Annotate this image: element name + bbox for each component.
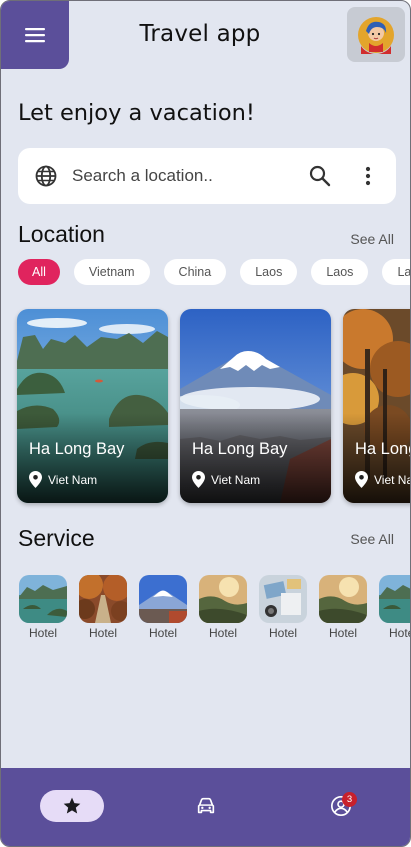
location-country-label: Viet Nam — [48, 472, 98, 487]
notification-badge: 3 — [342, 792, 357, 807]
location-country: Viet Nam — [192, 471, 260, 488]
filter-chip-vietnam[interactable]: Vietnam — [73, 259, 150, 285]
service-thumbnail — [379, 575, 410, 623]
service-see-all-link[interactable]: See All — [350, 531, 394, 547]
service-item[interactable]: Hotel — [319, 575, 367, 640]
service-label: Hotel — [88, 626, 117, 640]
location-section-title: Location — [18, 221, 105, 247]
service-item[interactable]: Hotel — [259, 575, 307, 640]
globe-icon — [35, 165, 57, 187]
car-icon[interactable] — [195, 795, 217, 817]
service-label: Hotel — [208, 626, 237, 640]
star-icon — [63, 797, 81, 814]
menu-button[interactable] — [1, 1, 69, 69]
location-country: Viet Nam — [29, 471, 97, 488]
location-filter-chips: All Vietnam China Laos Laos Laos — [18, 259, 410, 285]
service-label: Hotel — [328, 626, 357, 640]
location-country: Viet Nam — [355, 471, 410, 488]
search-bar — [18, 148, 396, 204]
service-thumbnail — [199, 575, 247, 623]
avatar-button[interactable] — [347, 7, 405, 62]
service-label: Hotel — [268, 626, 297, 640]
location-country-label: Viet Nam — [211, 472, 261, 487]
location-card[interactable]: Ha Long Bay Viet Nam — [343, 309, 410, 503]
filter-chip-laos[interactable]: Laos — [311, 259, 369, 285]
location-country-label: Viet Nam — [374, 472, 410, 487]
menu-icon — [25, 28, 45, 43]
location-pin-icon — [355, 471, 368, 488]
search-input[interactable] — [72, 160, 292, 192]
location-pin-icon — [192, 471, 205, 488]
app-title: Travel app — [139, 21, 261, 47]
service-thumbnail — [139, 575, 187, 623]
search-icon[interactable] — [308, 164, 332, 188]
user-avatar — [358, 16, 394, 54]
filter-chip-china[interactable]: China — [163, 259, 227, 285]
location-cards: Ha Long Bay Viet Nam Ha Long Bay Viet Na… — [17, 309, 410, 503]
location-see-all-link[interactable]: See All — [350, 231, 394, 247]
service-thumbnail — [19, 575, 67, 623]
service-section-title: Service — [18, 525, 95, 551]
service-thumbnail — [79, 575, 127, 623]
service-item[interactable]: Hotel — [19, 575, 67, 640]
phone-screen: Travel app Let enjoy a vacation! Search … — [0, 0, 411, 847]
location-card[interactable]: Ha Long Bay Viet Nam — [17, 309, 168, 503]
filter-chip-all[interactable]: All — [18, 259, 60, 285]
service-label: Hotel — [388, 626, 410, 640]
filter-chip-laos[interactable]: Laos — [382, 259, 410, 285]
service-label: Hotel — [148, 626, 177, 640]
location-name: Ha Long Bay — [29, 440, 125, 458]
nav-favorites-tab[interactable] — [40, 790, 104, 822]
location-pin-icon — [29, 471, 42, 488]
location-card[interactable]: Ha Long Bay Viet Nam — [180, 309, 331, 503]
location-name: Ha Long Bay — [192, 440, 288, 458]
service-list: Hotel Hotel Hotel Hotel Hotel Hotel Hot — [19, 575, 410, 640]
bottom-navigation: 3 — [1, 768, 410, 846]
filter-chip-laos[interactable]: Laos — [240, 259, 298, 285]
service-thumbnail — [259, 575, 307, 623]
service-item[interactable]: Hotel — [199, 575, 247, 640]
headline: Let enjoy a vacation! — [18, 100, 255, 126]
location-name: Ha Long Bay — [355, 440, 410, 458]
service-item[interactable]: Hotel — [79, 575, 127, 640]
more-vert-icon[interactable] — [356, 164, 380, 188]
service-thumbnail — [319, 575, 367, 623]
service-label: Hotel — [28, 626, 57, 640]
service-item[interactable]: Hotel — [139, 575, 187, 640]
service-item[interactable]: Hotel — [379, 575, 410, 640]
